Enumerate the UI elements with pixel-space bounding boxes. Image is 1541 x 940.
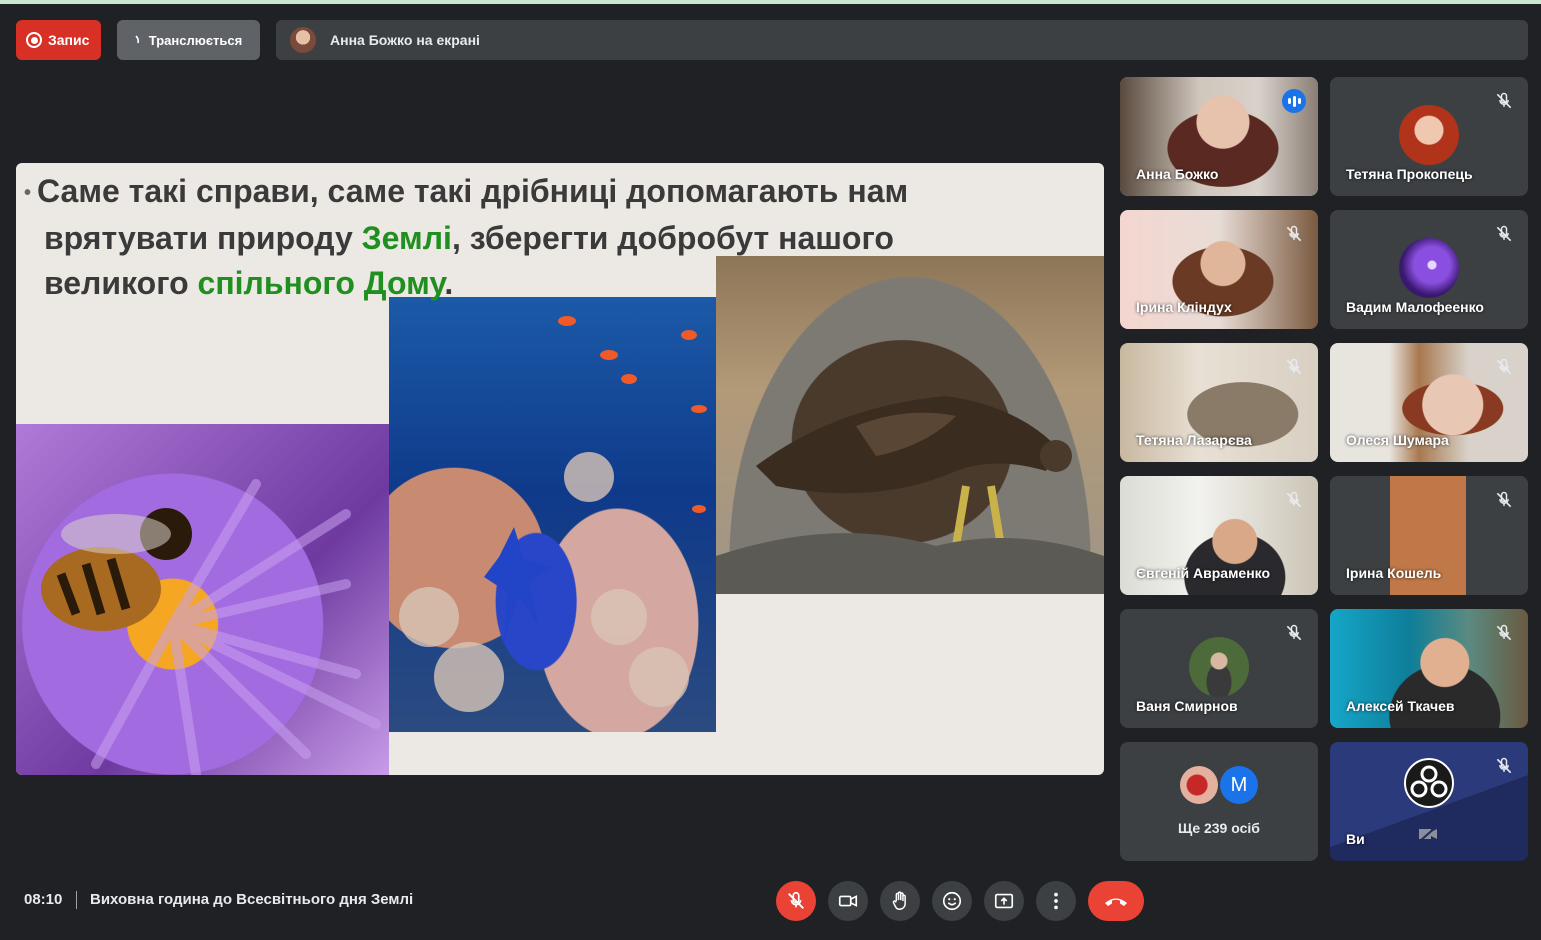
- participant-name: Євгеній Авраменко: [1136, 565, 1271, 581]
- window-top-accent: [0, 0, 1541, 4]
- participant-name: Алексей Ткачев: [1346, 698, 1455, 714]
- present-icon: [993, 890, 1015, 912]
- participant-tile[interactable]: Тетяна Лазарєва: [1120, 343, 1318, 462]
- streaming-button[interactable]: Транслюється: [117, 20, 260, 60]
- participant-tile[interactable]: Алексей Ткачев: [1330, 609, 1528, 728]
- more-vert-icon: [1045, 890, 1067, 912]
- camera-icon: [837, 890, 859, 912]
- slide-line-2-end: , зберегти добробут нашого: [451, 220, 894, 257]
- participant-tile[interactable]: Євгеній Авраменко: [1120, 476, 1318, 595]
- mic-off-icon: [1494, 756, 1514, 776]
- streaming-label: Транслюється: [148, 32, 243, 48]
- mic-off-icon: [1284, 224, 1304, 244]
- mic-off-icon: [1494, 91, 1514, 111]
- mic-off-icon: [1494, 490, 1514, 510]
- participant-avatar: [1180, 766, 1218, 804]
- leave-call-button[interactable]: [1088, 881, 1144, 921]
- reactions-button[interactable]: [932, 881, 972, 921]
- more-participants-label: Ще 239 осіб: [1178, 820, 1260, 836]
- slide-line-1: Саме такі справи, саме такі дрібниці доп…: [37, 173, 909, 209]
- mic-off-icon: [1284, 490, 1304, 510]
- more-participants-tile[interactable]: M Ще 239 осіб: [1120, 742, 1318, 861]
- meeting-time: 08:10: [24, 891, 63, 908]
- slide-text: • Саме такі справи, саме такі дрібниці до…: [24, 169, 1084, 306]
- mic-off-icon: [1284, 357, 1304, 377]
- raise-hand-icon: [889, 890, 911, 912]
- obs-logo-icon: [1404, 758, 1454, 808]
- present-now-button[interactable]: [984, 881, 1024, 921]
- participant-tile[interactable]: Тетяна Прокопець: [1330, 77, 1528, 196]
- camera-off-icon: [1418, 826, 1438, 842]
- more-options-button[interactable]: [1036, 881, 1076, 921]
- participant-name: Тетяна Лазарєва: [1136, 432, 1252, 448]
- participant-name: Вадим Малофеенко: [1346, 299, 1484, 315]
- audio-level-icon: [1282, 89, 1306, 113]
- raise-hand-button[interactable]: [880, 881, 920, 921]
- presenting-banner[interactable]: Анна Божко на екрані: [276, 20, 1528, 60]
- participant-tile[interactable]: Ірина Кошель: [1330, 476, 1528, 595]
- bee-on-flower-photo: [16, 424, 389, 775]
- participant-avatar: [1399, 238, 1459, 298]
- mic-off-icon: [1494, 623, 1514, 643]
- slide-highlight-earth: Землі: [361, 220, 452, 257]
- broadcast-icon: [135, 35, 143, 45]
- mic-off-icon: [785, 890, 807, 912]
- mic-toggle-button[interactable]: [776, 881, 816, 921]
- participant-tile[interactable]: Анна Божко: [1120, 77, 1318, 196]
- slide-line-3-start: великого: [44, 265, 198, 302]
- record-icon: [26, 32, 42, 48]
- recording-label: Запис: [48, 32, 90, 48]
- participant-name: Ірина Кошель: [1346, 565, 1442, 581]
- participant-name: Тетяна Прокопець: [1346, 166, 1473, 182]
- participant-name: Ірина Кліндух: [1136, 299, 1232, 315]
- participant-name: Олеся Шумара: [1346, 432, 1449, 448]
- participant-avatar: [1189, 637, 1249, 697]
- hawk-photo: [716, 256, 1104, 594]
- participant-tile[interactable]: Вадим Малофеенко: [1330, 210, 1528, 329]
- shared-screen: • Саме такі справи, саме такі дрібниці до…: [16, 163, 1104, 775]
- more-participants-avatars: M: [1180, 766, 1258, 804]
- mic-off-icon: [1494, 357, 1514, 377]
- participant-name: Анна Божко: [1136, 166, 1219, 182]
- hangup-icon: [1103, 894, 1129, 908]
- emoji-icon: [941, 890, 963, 912]
- presenter-avatar: [290, 27, 316, 53]
- mic-off-icon: [1284, 623, 1304, 643]
- divider: [76, 891, 77, 909]
- self-tile[interactable]: Ви: [1330, 742, 1528, 861]
- self-name: Ви: [1346, 831, 1365, 847]
- slide-highlight-home: спільного Дому: [197, 265, 445, 302]
- meeting-title: Виховна година до Всесвітнього дня Землі: [90, 891, 414, 908]
- participant-tile[interactable]: Ваня Смирнов: [1120, 609, 1318, 728]
- participant-avatar-letter: M: [1220, 766, 1258, 804]
- presenting-text: Анна Божко на екрані: [330, 32, 480, 48]
- participant-tile[interactable]: Ірина Кліндух: [1120, 210, 1318, 329]
- coral-reef-photo: [389, 297, 716, 732]
- mic-off-icon: [1494, 224, 1514, 244]
- participant-name: Ваня Смирнов: [1136, 698, 1238, 714]
- participant-tile[interactable]: Олеся Шумара: [1330, 343, 1528, 462]
- slide-line-3-end: .: [444, 265, 454, 302]
- bullet-icon: •: [24, 182, 32, 205]
- camera-toggle-button[interactable]: [828, 881, 868, 921]
- recording-button[interactable]: Запис: [16, 20, 101, 60]
- slide-line-2-start: врятувати природу: [44, 220, 362, 257]
- participant-avatar: [1399, 105, 1459, 165]
